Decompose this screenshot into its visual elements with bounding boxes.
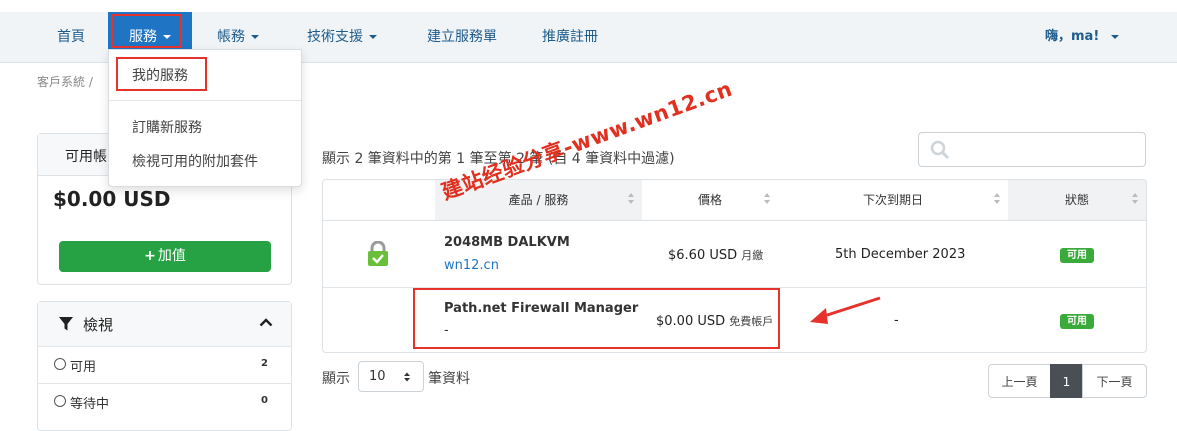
price-amount: $6.60 USD xyxy=(668,248,738,263)
highlight-box xyxy=(111,14,182,48)
chevron-down-icon xyxy=(251,35,259,39)
column-header-label: 下次到期日 xyxy=(862,193,923,207)
nav-open-ticket-label: 建立服務單 xyxy=(427,29,497,45)
nav-open-ticket[interactable]: 建立服務單 xyxy=(427,12,497,62)
next-due-date: 5th December 2023 xyxy=(835,247,966,262)
nav-home-label: 首頁 xyxy=(57,29,85,45)
nav-support[interactable]: 技術支援 xyxy=(307,12,377,62)
dropdown-item-label: 訂購新服務 xyxy=(132,120,202,136)
column-header-label: 產品 / 服務 xyxy=(508,193,569,207)
nav-billing-label: 帳務 xyxy=(217,29,245,45)
dropdown-item-view-addons[interactable]: 檢視可用的附加套件 xyxy=(132,151,258,171)
status-badge: 可用 xyxy=(1060,314,1094,329)
column-header-product[interactable]: 產品 / 服務 xyxy=(435,180,642,221)
product-domain-link[interactable]: wn12.cn xyxy=(444,258,499,273)
prev-page-button[interactable]: 上一頁 xyxy=(988,364,1051,398)
credit-amount: $0.00 USD xyxy=(53,187,171,211)
product-name: 2048MB DALKVM xyxy=(444,235,570,250)
filter-option-label: 等待中 xyxy=(70,397,110,412)
arrow-icon xyxy=(810,296,881,324)
table-info: 顯示 2 筆資料中的第 1 筆至第 2 筆 (自 4 筆資料中過濾) xyxy=(322,151,675,167)
nav-home[interactable]: 首頁 xyxy=(57,12,85,62)
page-button-current[interactable]: 1 xyxy=(1050,364,1083,398)
filter-panel-header[interactable]: 檢視 xyxy=(38,302,291,347)
billing-cycle: 月繳 xyxy=(741,249,764,262)
nav-support-label: 技術支援 xyxy=(307,29,363,45)
filter-icon xyxy=(59,317,73,331)
dropdown-item-order-new[interactable]: 訂購新服務 xyxy=(132,117,202,137)
dropdown-item-label: 檢視可用的附加套件 xyxy=(132,154,258,170)
page-size-prefix: 顯示 xyxy=(322,371,350,387)
search-input[interactable] xyxy=(918,132,1146,167)
radio-icon xyxy=(54,358,66,370)
column-header-status[interactable]: 狀態 xyxy=(1008,180,1146,221)
filter-panel: 檢視 可用 2 等待中 0 xyxy=(37,301,292,431)
column-header-label: 狀態 xyxy=(1064,193,1089,207)
filter-option-pending[interactable]: 等待中 0 xyxy=(38,383,292,420)
table-row[interactable]: 2048MB DALKVM wn12.cn $6.60 USD 月繳 5th D… xyxy=(323,221,1146,288)
column-header-next-due[interactable]: 下次到期日 xyxy=(778,180,1008,221)
next-due-date: - xyxy=(894,313,899,328)
column-header-icon xyxy=(323,180,435,221)
user-greeting: 嗨，ma! xyxy=(1045,29,1100,44)
nav-affiliates-label: 推廣註冊 xyxy=(542,29,598,45)
search-icon xyxy=(930,140,950,160)
lock-check-icon xyxy=(368,241,388,266)
page-size-value: 10 xyxy=(369,369,386,384)
page-size-suffix: 筆資料 xyxy=(428,371,470,387)
plus-icon: + xyxy=(144,248,156,264)
chevron-down-icon xyxy=(369,35,377,39)
column-header-price[interactable]: 價格 xyxy=(642,180,778,221)
filter-title: 檢視 xyxy=(83,316,114,334)
nav-affiliates[interactable]: 推廣註冊 xyxy=(542,12,598,62)
price-value: $6.60 USD 月繳 xyxy=(668,247,763,263)
filter-option-count: 2 xyxy=(261,358,268,369)
chevron-up-icon[interactable] xyxy=(259,317,273,327)
dropdown-divider xyxy=(109,100,301,101)
add-funds-label: 加值 xyxy=(157,248,186,264)
column-header-label: 價格 xyxy=(697,193,722,207)
select-arrows-icon xyxy=(404,372,410,382)
add-funds-button[interactable]: + 加值 xyxy=(59,241,271,272)
highlight-box xyxy=(116,57,207,91)
filter-option-count: 0 xyxy=(261,395,268,406)
user-menu[interactable]: 嗨，ma! xyxy=(1045,12,1120,62)
chevron-down-icon xyxy=(1111,34,1120,39)
breadcrumb: 客戶系統 / xyxy=(37,75,93,89)
page-size-select[interactable]: 10 xyxy=(358,361,424,392)
radio-icon xyxy=(54,395,66,407)
highlight-box xyxy=(413,288,780,349)
filter-option-active[interactable]: 可用 2 xyxy=(38,346,292,383)
next-page-button[interactable]: 下一頁 xyxy=(1082,364,1147,398)
filter-option-label: 可用 xyxy=(70,360,97,375)
credit-label: 可用帳 xyxy=(65,149,107,165)
status-badge: 可用 xyxy=(1060,248,1094,263)
